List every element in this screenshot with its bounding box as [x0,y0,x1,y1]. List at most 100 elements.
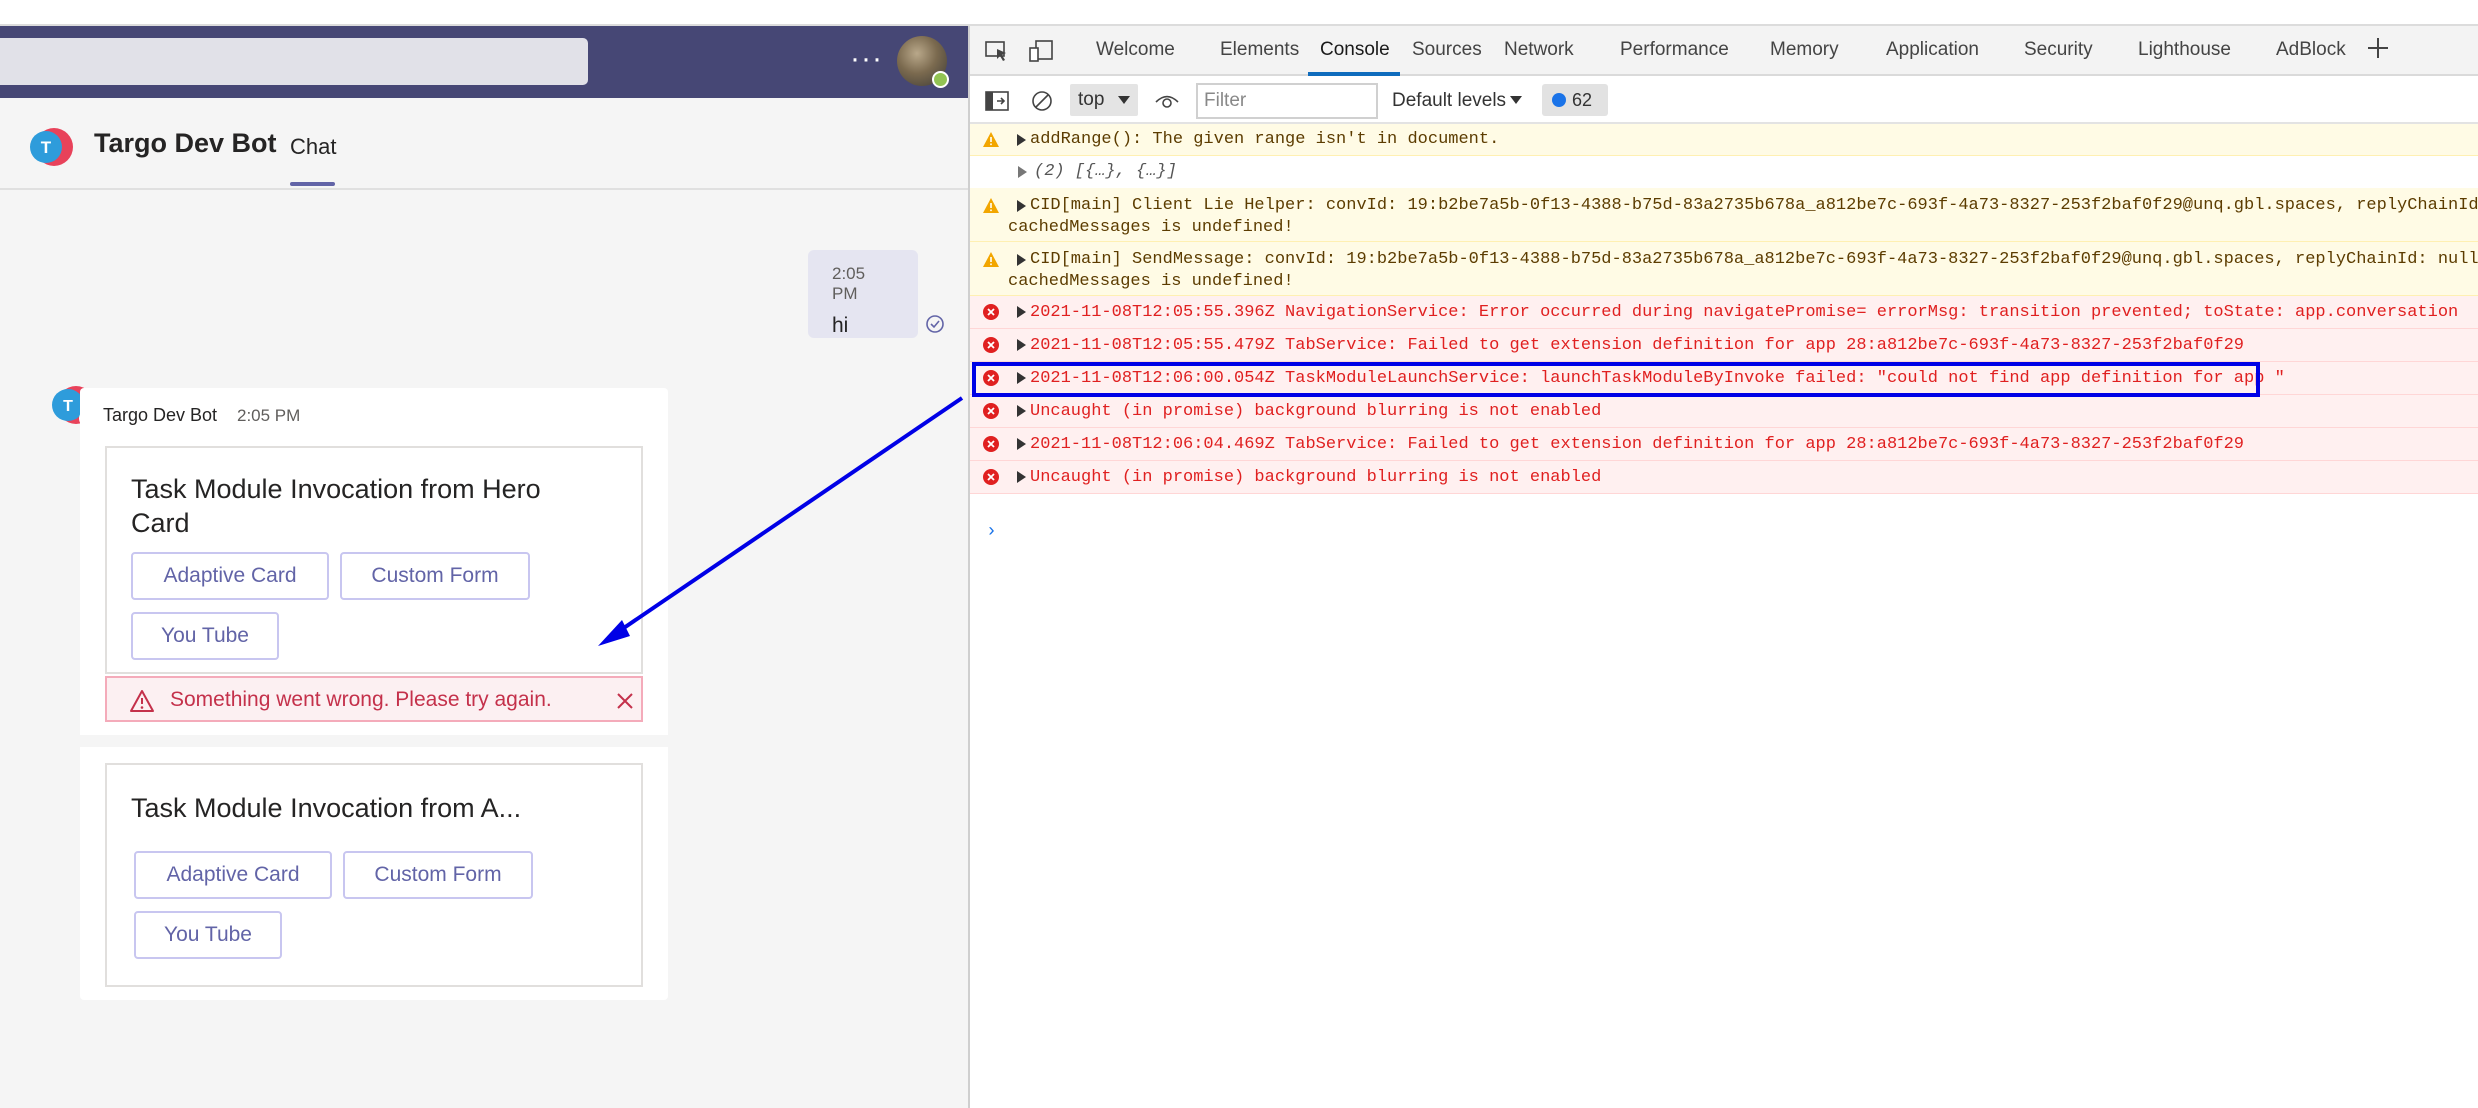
console-message-text: cachedMessages is undefined! [1008,218,1294,237]
youtube-button[interactable]: You Tube [131,612,279,660]
message-icon [1552,93,1566,107]
warning-icon [983,198,999,213]
device-emulation-icon[interactable] [1028,39,1054,63]
tab-console[interactable]: Console [1320,39,1390,61]
tab-welcome[interactable]: Welcome [1096,39,1175,61]
error-icon [983,403,999,419]
top-strip [0,0,2478,26]
console-message[interactable]: 2021-11-08T12:06:04.469Z TabService: Fai… [970,428,2478,461]
log-levels-select[interactable]: Default levels [1392,90,1506,112]
inspect-element-icon[interactable] [984,39,1010,63]
youtube-button[interactable]: You Tube [134,911,282,959]
expand-triangle-icon[interactable] [1017,339,1026,351]
console-message-text: Uncaught (in promise) background blurrin… [1030,402,1602,421]
issues-badge[interactable]: 62 [1542,84,1608,116]
filter-input[interactable] [1196,83,1378,119]
console-message-text: CID[main] SendMessage: convId: 19:b2be7a… [1030,250,2478,269]
more-options-icon[interactable]: ··· [850,44,883,74]
tab-console-indicator [1308,72,1400,76]
issues-count: 62 [1572,90,1593,110]
expand-triangle-icon[interactable] [1017,134,1026,146]
tab-performance[interactable]: Performance [1620,39,1729,61]
expand-triangle-icon[interactable] [1017,200,1026,212]
context-select-value: top [1078,89,1105,110]
tab-sources[interactable]: Sources [1412,39,1482,61]
warning-icon [983,252,999,267]
teams-pane: ··· T Targo Dev Bot Chat 2:05 PM hi T Ta… [0,26,968,1108]
hero-card: Task Module Invocation from Hero Card Ad… [105,446,643,674]
console-message-text: 2021-11-08T12:06:04.469Z TabService: Fai… [1030,435,2244,454]
error-icon [983,469,999,485]
clear-console-icon[interactable] [1030,89,1056,113]
page-title: Targo Dev Bot [94,128,277,158]
console-message-text: (2) [{…}, {…}] [1034,162,1177,181]
console-message-text: 2021-11-08T12:05:55.396Z NavigationServi… [1030,303,2459,322]
expand-triangle-icon[interactable] [1017,438,1026,450]
expand-triangle-icon[interactable] [1017,471,1026,483]
divider [80,735,668,747]
warning-icon [983,132,999,147]
custom-form-button[interactable]: Custom Form [343,851,533,899]
message-text: hi [832,314,849,337]
svg-text:T: T [63,398,73,415]
error-icon [983,436,999,452]
tab-chat[interactable]: Chat [290,134,336,160]
highlight-box [972,362,2260,397]
console-message[interactable]: Uncaught (in promise) background blurrin… [970,461,2478,494]
console-message[interactable]: CID[main] SendMessage: convId: 19:b2be7a… [970,242,2478,296]
message-time: 2:05 PM [237,406,301,425]
live-expression-icon[interactable] [1154,89,1180,113]
chat-header: T Targo Dev Bot Chat [0,98,968,190]
teams-header: ··· [0,26,968,98]
tab-memory[interactable]: Memory [1770,39,1839,61]
tab-chat-indicator [290,182,335,186]
tab-lighthouse[interactable]: Lighthouse [2138,39,2231,61]
tab-security[interactable]: Security [2024,39,2093,61]
message-sender: Targo Dev Bot [103,405,218,425]
tab-network[interactable]: Network [1504,39,1574,61]
console-message[interactable]: addRange(): The given range isn't in doc… [970,124,2478,156]
add-tab-icon[interactable] [2366,36,2390,60]
console-message[interactable]: Uncaught (in promise) background blurrin… [970,395,2478,428]
console-message[interactable]: 2021-11-08T12:05:55.479Z TabService: Fai… [970,329,2478,362]
expand-triangle-icon[interactable] [1018,166,1027,178]
error-message: Something went wrong. Please try again. [170,688,552,711]
chevron-down-icon [1118,96,1130,104]
tab-adblock[interactable]: AdBlock [2276,39,2346,61]
warning-icon [130,690,154,712]
custom-form-button[interactable]: Custom Form [340,552,530,600]
error-banner: Something went wrong. Please try again. [105,676,643,722]
error-icon [983,337,999,353]
expand-triangle-icon[interactable] [1017,254,1026,266]
expand-triangle-icon[interactable] [1017,405,1026,417]
expand-triangle-icon[interactable] [1017,306,1026,318]
search-input[interactable] [0,38,588,85]
user-message-bubble: 2:05 PM hi [808,250,918,338]
console-message[interactable]: (2) [{…}, {…}] [970,156,2478,188]
error-icon [983,304,999,320]
sidebar-toggle-icon[interactable] [984,89,1010,113]
sent-check-icon [926,315,944,333]
console-message-text: cachedMessages is undefined! [1008,272,1294,291]
close-icon[interactable] [615,691,635,711]
console-message-text: 2021-11-08T12:05:55.479Z TabService: Fai… [1030,336,2244,355]
console-message[interactable]: CID[main] Client Lie Helper: convId: 19:… [970,188,2478,242]
chevron-down-icon [1510,96,1522,104]
devtools-tabbar: Welcome Elements Console Sources Network… [970,26,2478,76]
console-prompt[interactable]: › [986,522,997,542]
bot-message: Targo Dev Bot 2:05 PM Task Module Invoca… [80,388,668,1000]
console-toolbar: top Default levels 62 [970,78,2478,124]
adaptive-card-button[interactable]: Adaptive Card [134,851,332,899]
bot-logo-icon: T [30,128,73,166]
tab-elements[interactable]: Elements [1220,39,1299,61]
presence-available-icon [932,71,949,88]
svg-text:T: T [41,138,52,157]
card-title: Task Module Invocation from Hero Card [131,474,541,538]
card-title: Task Module Invocation from A... [131,793,522,823]
message-time: 2:05 PM [832,264,866,303]
tab-application[interactable]: Application [1886,39,1979,61]
adaptive-card: Task Module Invocation from A... Adaptiv… [105,763,643,987]
console-message[interactable]: 2021-11-08T12:05:55.396Z NavigationServi… [970,296,2478,329]
context-select[interactable]: top [1070,84,1138,116]
adaptive-card-button[interactable]: Adaptive Card [131,552,329,600]
